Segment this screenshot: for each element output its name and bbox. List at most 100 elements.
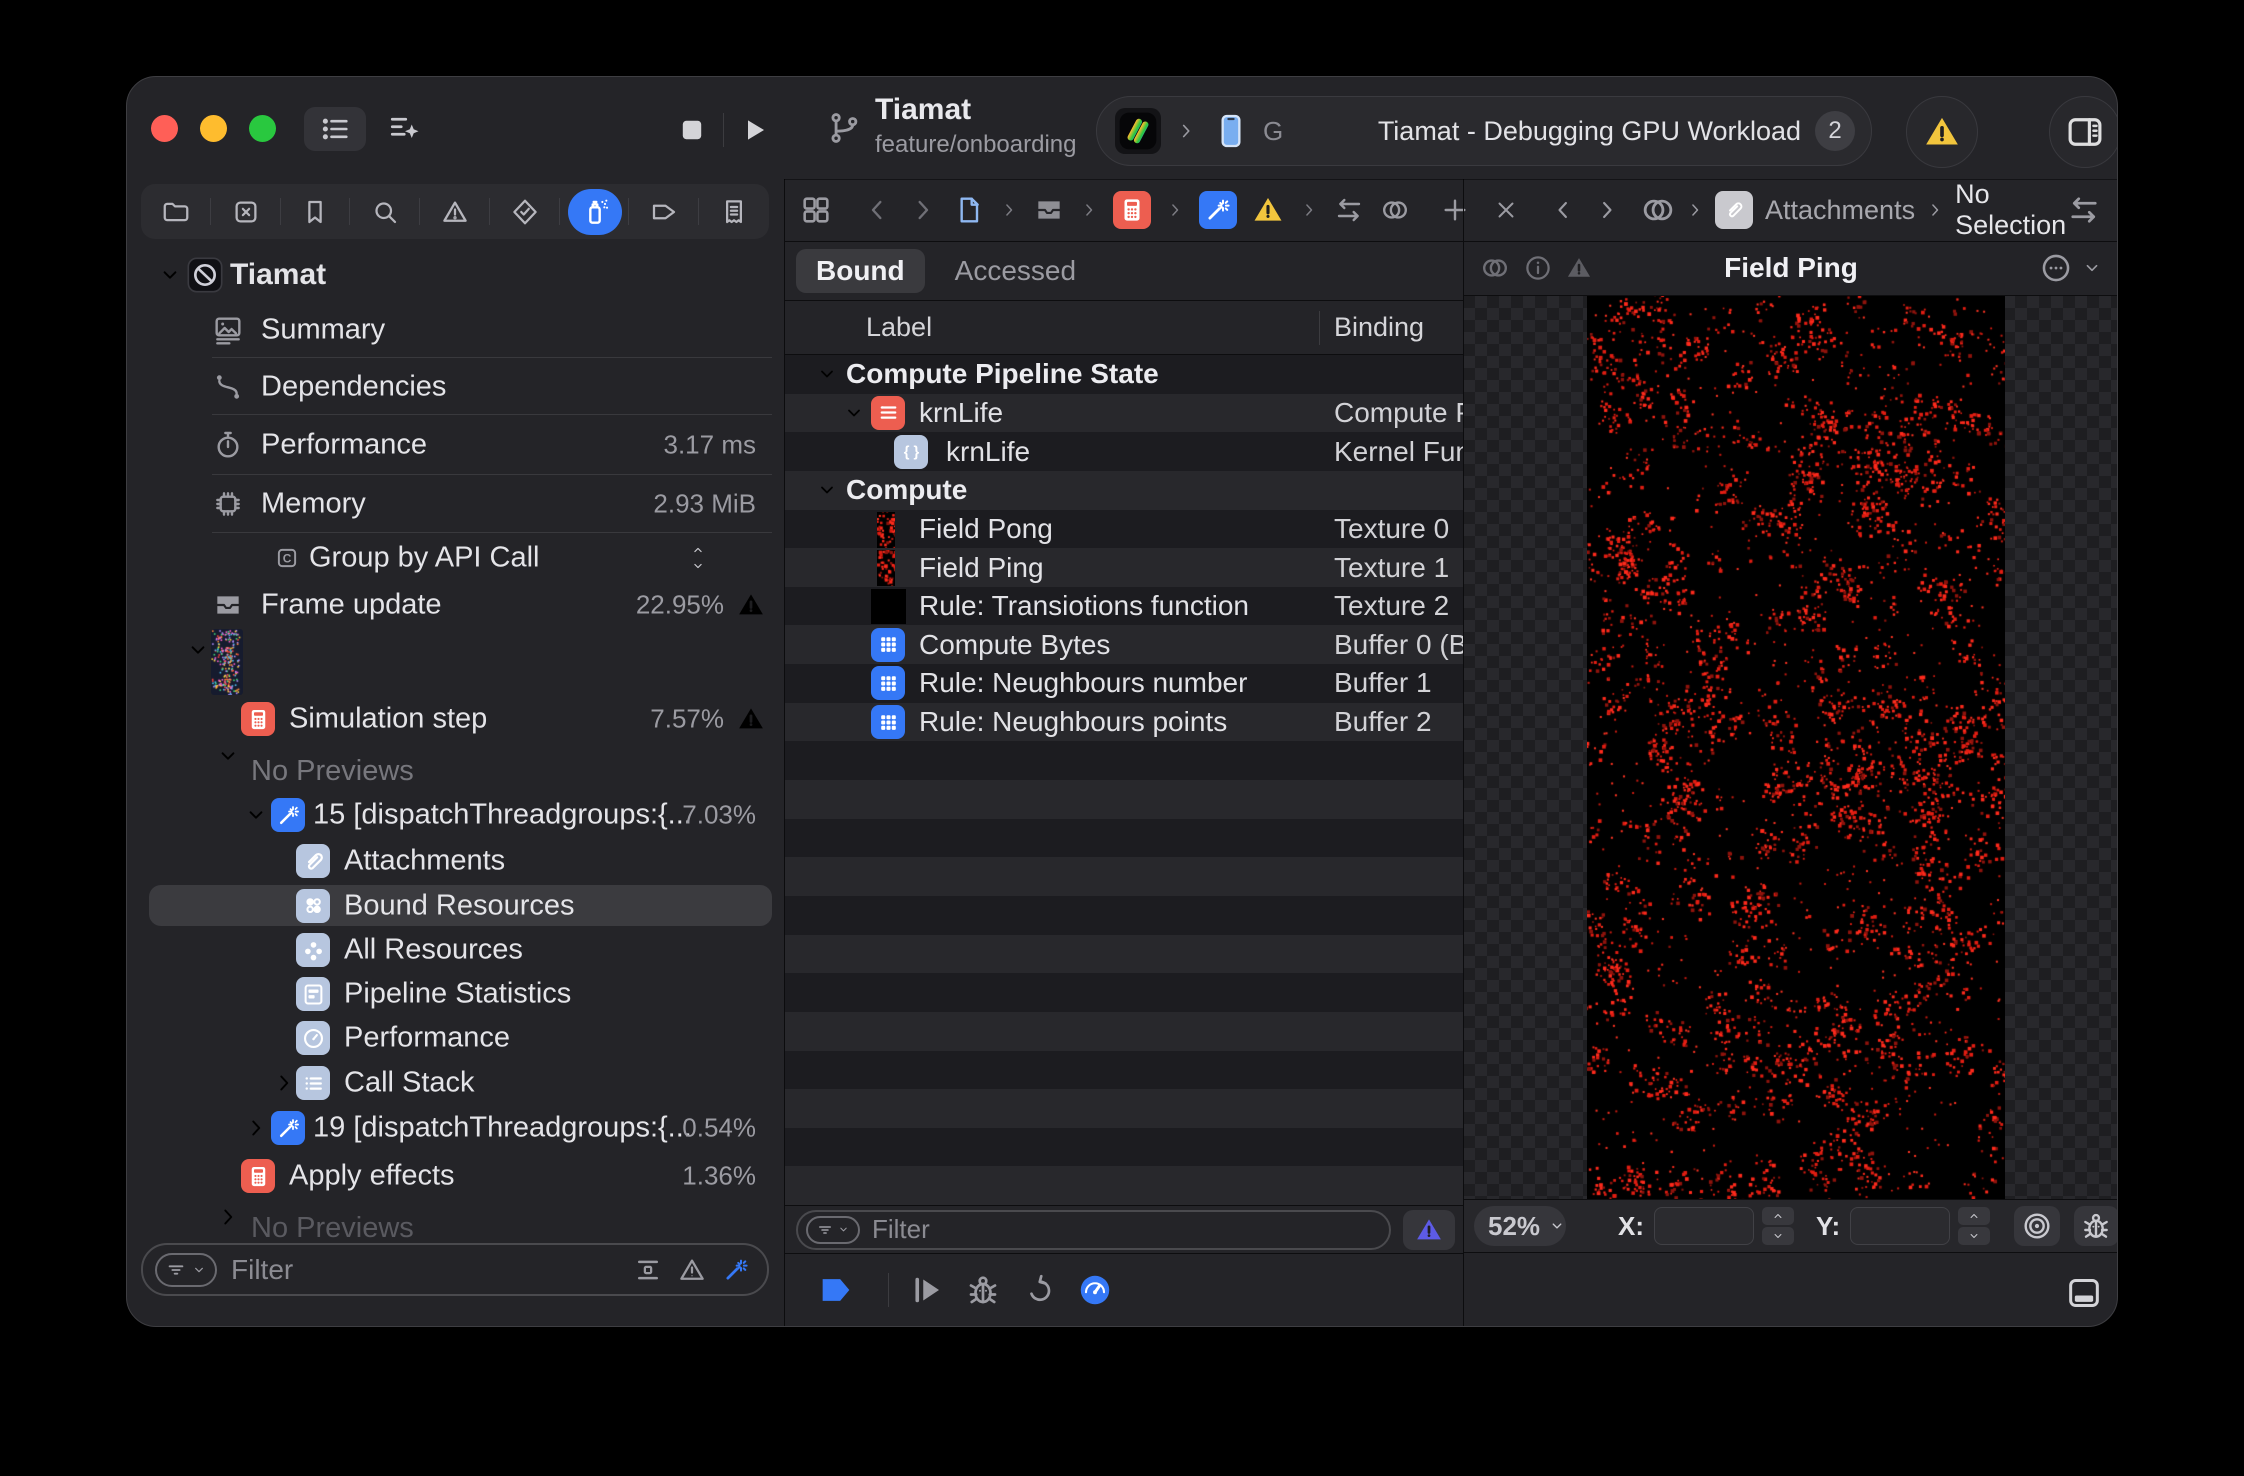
tray-gray-icon[interactable] — [1033, 194, 1065, 226]
close-window-button[interactable] — [151, 115, 178, 142]
project-navigator-tab[interactable] — [141, 184, 211, 239]
ai-assistant-button[interactable] — [377, 107, 433, 151]
y-stepper[interactable] — [1958, 1207, 1990, 1245]
shader-debug-button[interactable] — [2074, 1206, 2118, 1246]
sidebar-item-pipeline-statistics[interactable]: Pipeline Statistics — [127, 972, 784, 1016]
swap-editor-icon[interactable] — [2066, 192, 2102, 228]
tab-bound[interactable]: Bound — [796, 249, 925, 293]
y-coordinate-input[interactable] — [1850, 1207, 1950, 1245]
disclosure-chevron-icon[interactable] — [815, 478, 839, 502]
table-row[interactable]: Field PongTexture 0 — [784, 510, 1463, 549]
no-previews-row[interactable]: No Previews — [127, 1202, 784, 1248]
sidebar-item-all-resources[interactable]: All Resources — [127, 928, 784, 972]
debug-navigator-tab[interactable] — [560, 184, 630, 239]
sidebar-item-group-by-api-call[interactable]: CGroup by API Call — [127, 533, 784, 583]
disclosure-chevron-icon[interactable] — [215, 1204, 241, 1230]
issue-navigator-tab[interactable] — [420, 184, 490, 239]
center-filter-bar[interactable]: Filter — [796, 1210, 1391, 1250]
disclosure-chevron-icon[interactable] — [842, 401, 866, 425]
center-filter-placeholder[interactable]: Filter — [872, 1214, 930, 1245]
restart-button[interactable] — [1021, 1272, 1057, 1308]
swap-icon[interactable] — [1333, 194, 1365, 226]
sidebar-item-frame-update[interactable]: Frame update22.95% — [127, 583, 784, 627]
editor-divider[interactable] — [1463, 179, 1464, 1327]
sidebar-item-project[interactable]: Tiamat — [127, 249, 784, 301]
breakpoints-toggle-button[interactable] — [816, 1270, 856, 1310]
sidebar-item-performance[interactable]: Performance — [127, 1016, 784, 1060]
sidebar-item-apply-effects[interactable]: Apply effects1.36% — [127, 1150, 784, 1202]
calculator-icon[interactable] — [1113, 191, 1151, 229]
venn-icon[interactable] — [1379, 194, 1411, 226]
filter-options-chip[interactable] — [806, 1216, 860, 1244]
column-label[interactable]: Label — [866, 312, 932, 343]
stepper-up-icon[interactable] — [1967, 1209, 1981, 1223]
sidebar-item-15-dispatchthreadgroups-[interactable]: 15 [dispatchThreadgroups:{...7.03% — [127, 791, 784, 839]
table-row[interactable]: Compute BytesBuffer 0 (Byte — [784, 625, 1463, 664]
disclosure-chevron-icon[interactable] — [815, 362, 839, 386]
field-ping-texture-image[interactable] — [1587, 296, 2005, 1199]
grid4-icon[interactable] — [799, 193, 833, 227]
plus-icon[interactable] — [1439, 194, 1471, 226]
show-warnings-filter-button[interactable] — [1403, 1210, 1455, 1250]
sidebar-item-call-stack[interactable]: Call Stack — [127, 1060, 784, 1106]
column-divider[interactable] — [1319, 311, 1320, 345]
table-row[interactable]: Field PingTexture 1 — [784, 548, 1463, 587]
test-navigator-tab[interactable] — [490, 184, 560, 239]
sidebar-filter-placeholder[interactable]: Filter — [231, 1254, 293, 1286]
table-row[interactable]: Rule: Transiotions functionTexture 2 — [784, 587, 1463, 626]
table-row[interactable]: Rule: Neughbours pointsBuffer 2 — [784, 703, 1463, 742]
sidebar-item-attachments[interactable]: Attachments — [127, 839, 784, 883]
no-previews-row[interactable]: No Previews — [127, 741, 784, 791]
dispatch-icon[interactable] — [1199, 191, 1237, 229]
filter-warnings-icon[interactable] — [677, 1255, 707, 1285]
changes-navigator-tab[interactable] — [211, 184, 281, 239]
attachments-chip-icon[interactable] — [1715, 191, 1753, 229]
sidebar-filter-bar[interactable]: Filter — [141, 1243, 769, 1296]
table-group-row[interactable]: Compute Pipeline State — [784, 355, 1463, 394]
table-row[interactable]: { }krnLifeKernel Functi — [784, 432, 1463, 471]
breakpoint-navigator-tab[interactable] — [629, 184, 699, 239]
sidebar-item-19-dispatchthreadgroups-[interactable]: 19 [dispatchThreadgroups:{...0.54% — [127, 1106, 784, 1150]
disclosure-chevron-icon[interactable] — [215, 743, 241, 769]
bookmark-navigator-tab[interactable] — [281, 184, 351, 239]
table-group-row[interactable]: Compute — [784, 471, 1463, 510]
back-icon[interactable] — [1549, 196, 1577, 224]
texture-viewport[interactable] — [1463, 296, 2118, 1199]
performance-gauge-button[interactable] — [1077, 1272, 1113, 1308]
pixel-inspect-button[interactable] — [2014, 1206, 2059, 1246]
sidebar-item-simulation-step[interactable]: Simulation step7.57% — [127, 697, 784, 741]
filter-dispatch-icon[interactable] — [721, 1255, 751, 1285]
zoom-level-dropdown[interactable]: 52% — [1474, 1206, 1566, 1246]
collapse-rows-icon[interactable] — [633, 1255, 663, 1285]
doc-blue-icon[interactable] — [953, 194, 985, 226]
zoom-window-button[interactable] — [249, 115, 276, 142]
scheme-run-pill[interactable]: G Tiamat - Debugging GPU Workload 2 — [1096, 96, 1872, 166]
disclosure-chevron-icon[interactable] — [243, 1115, 269, 1141]
frame-preview-thumbnail[interactable] — [211, 629, 243, 695]
report-navigator-tab[interactable] — [699, 184, 769, 239]
step-over-button[interactable] — [909, 1272, 945, 1308]
issues-badge[interactable]: 2 — [1815, 111, 1855, 151]
chevron-left-icon[interactable] — [861, 194, 893, 226]
find-navigator-tab[interactable] — [350, 184, 420, 239]
chevron-right-icon[interactable] — [907, 194, 939, 226]
warnings-button[interactable] — [1906, 96, 1978, 168]
sidebar-item-summary[interactable]: Summary — [127, 301, 784, 358]
play-button[interactable] — [733, 109, 775, 151]
stop-button[interactable] — [671, 109, 713, 151]
column-binding[interactable]: Binding — [1334, 312, 1424, 343]
stepper-down-icon[interactable] — [1771, 1229, 1785, 1243]
tab-accessed[interactable]: Accessed — [939, 249, 1092, 293]
warn-yellow-icon[interactable] — [1251, 193, 1285, 227]
filter-options-chip[interactable] — [155, 1253, 217, 1287]
disclosure-chevron-icon[interactable] — [157, 262, 183, 288]
disclosure-chevron-icon[interactable] — [243, 802, 269, 828]
sidebar-item-bound-resources[interactable]: Bound Resources — [127, 883, 784, 928]
sidebar-item-performance[interactable]: Performance3.17 ms — [127, 415, 784, 475]
disclosure-chevron-icon[interactable] — [271, 1070, 297, 1096]
resources-venn-icon[interactable] — [1639, 191, 1677, 229]
sort-stepper-icon[interactable] — [688, 543, 708, 574]
close-assistant-icon[interactable] — [1493, 197, 1519, 223]
sidebar-item-memory[interactable]: Memory2.93 MiB — [127, 475, 784, 533]
inspector-toggle-button[interactable] — [2049, 96, 2118, 168]
